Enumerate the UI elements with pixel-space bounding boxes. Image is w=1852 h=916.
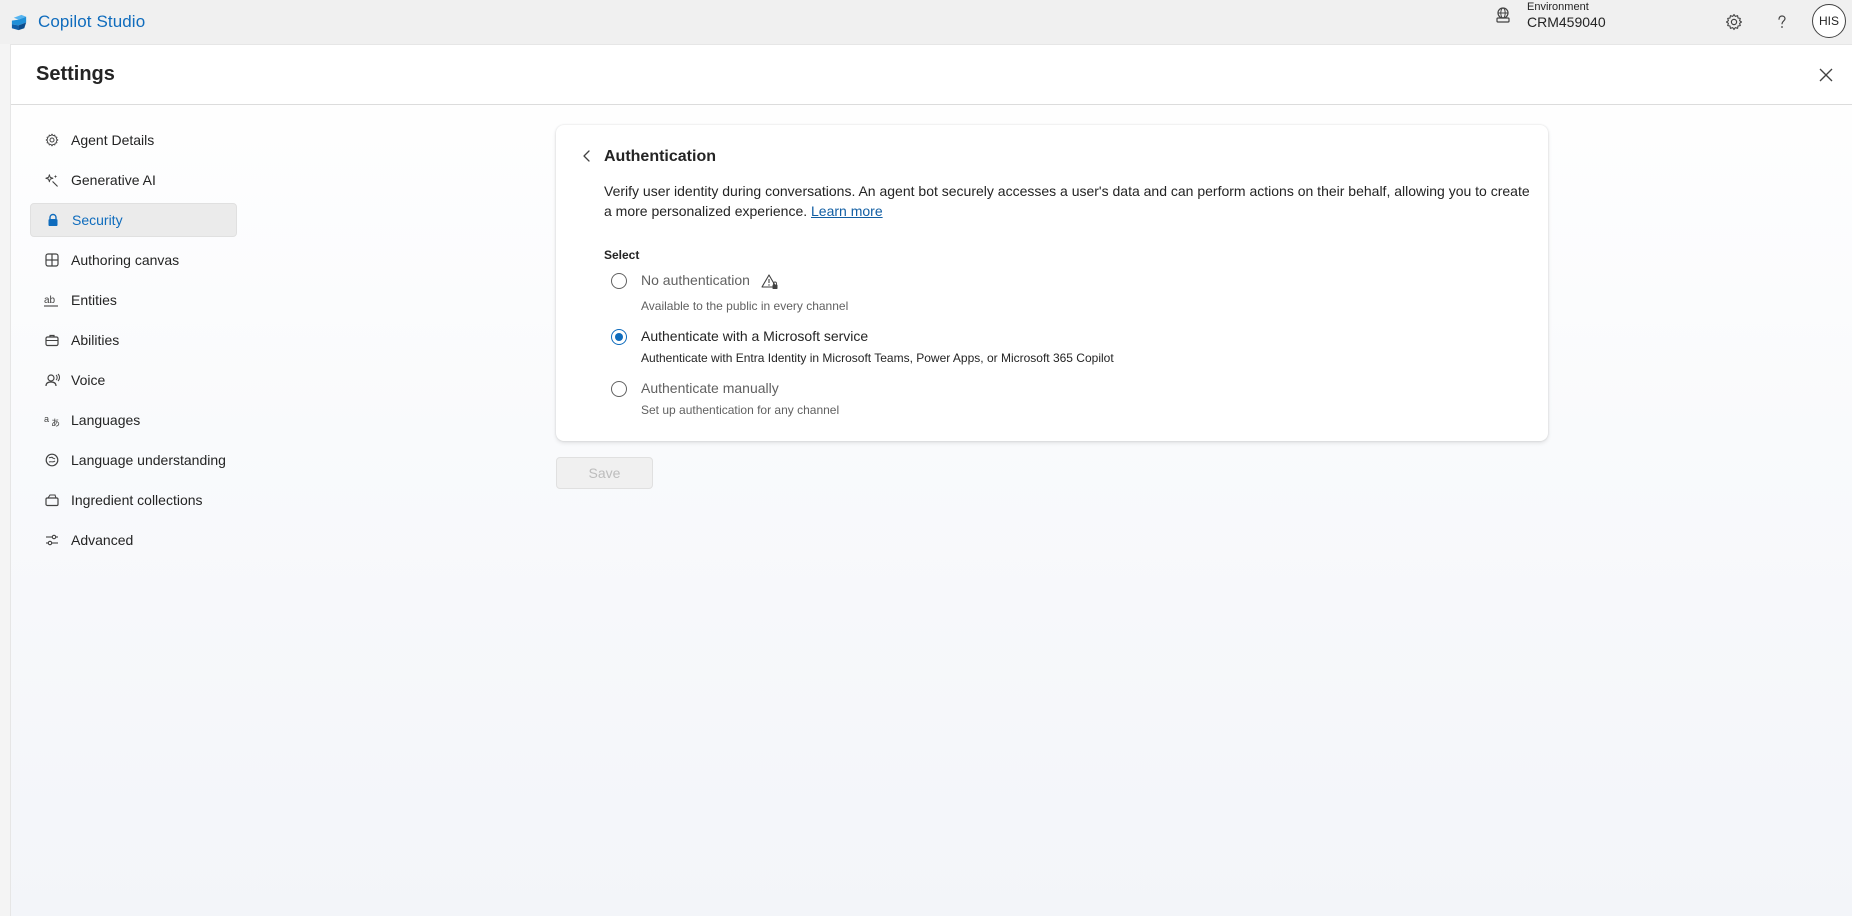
- sidebar-item-label: Authoring canvas: [71, 252, 180, 268]
- sidebar-item-ingredient-collections[interactable]: Ingredient collections: [30, 483, 237, 517]
- briefcase-icon: [44, 332, 60, 348]
- option-label[interactable]: Authenticate with a Microsoft service: [641, 328, 868, 344]
- settings-header: Settings: [11, 45, 1852, 105]
- settings-sidebar: Agent Details Generative AI Security Aut…: [30, 123, 238, 563]
- sidebar-item-label: Entities: [71, 292, 117, 308]
- help-button[interactable]: [1770, 10, 1794, 34]
- svg-text:a: a: [44, 414, 49, 424]
- environment-value: CRM459040: [1527, 13, 1606, 30]
- sidebar-item-agent-details[interactable]: Agent Details: [30, 123, 237, 157]
- chevron-left-icon: [583, 150, 590, 162]
- learn-more-link[interactable]: Learn more: [811, 203, 883, 219]
- settings-button[interactable]: [1722, 10, 1746, 34]
- sidebar-item-label: Voice: [71, 372, 106, 388]
- warning-lock-icon: [761, 274, 778, 289]
- top-bar: Copilot Studio Environment CRM459040 HIS: [0, 0, 1852, 44]
- option-description: Set up authentication for any channel: [641, 403, 840, 417]
- sidebar-item-label: Abilities: [71, 332, 120, 348]
- sidebar-item-security[interactable]: Security: [30, 203, 237, 237]
- option-label[interactable]: No authentication: [641, 272, 750, 288]
- sidebar-item-advanced[interactable]: Advanced: [30, 523, 237, 557]
- radio-no-authentication[interactable]: [611, 273, 627, 289]
- gear-icon: [44, 132, 60, 148]
- back-button[interactable]: [578, 147, 596, 165]
- sidebar-item-label: Language understanding: [71, 452, 226, 468]
- sidebar-item-abilities[interactable]: Abilities: [30, 323, 237, 357]
- sidebar-item-label: Languages: [71, 412, 141, 428]
- entity-icon: ab: [44, 292, 60, 308]
- select-label: Select: [604, 248, 640, 262]
- svg-text:ab: ab: [44, 295, 56, 306]
- section-title: Authentication: [604, 148, 716, 165]
- app-brand[interactable]: Copilot Studio: [10, 12, 145, 32]
- sidebar-item-authoring-canvas[interactable]: Authoring canvas: [30, 243, 237, 277]
- environment-label: Environment: [1527, 1, 1589, 13]
- sidebar-item-entities[interactable]: ab Entities: [30, 283, 237, 317]
- environment-picker[interactable]: Environment CRM459040: [1494, 1, 1606, 30]
- radio-microsoft-service[interactable]: [611, 329, 627, 345]
- save-button[interactable]: Save: [556, 457, 653, 489]
- sidebar-item-label: Security: [72, 212, 123, 228]
- brain-icon: [44, 452, 60, 468]
- option-label[interactable]: Authenticate manually: [641, 380, 779, 396]
- copilot-studio-logo-icon: [11, 14, 27, 30]
- user-avatar[interactable]: HIS: [1812, 4, 1846, 38]
- settings-icon: [1725, 13, 1743, 31]
- lock-icon: [45, 212, 61, 228]
- close-button[interactable]: [1814, 63, 1838, 87]
- radio-authenticate-manually[interactable]: [611, 381, 627, 397]
- sidebar-item-label: Agent Details: [71, 132, 155, 148]
- collection-icon: [44, 492, 60, 508]
- svg-text:あ: あ: [51, 418, 60, 427]
- sidebar-item-generative-ai[interactable]: Generative AI: [30, 163, 237, 197]
- sidebar-item-language-understanding[interactable]: Language understanding: [30, 443, 237, 477]
- sidebar-item-voice[interactable]: Voice: [30, 363, 237, 397]
- sparkle-icon: [44, 172, 60, 188]
- authentication-card: Authentication Verify user identity duri…: [556, 125, 1548, 441]
- voice-icon: [44, 372, 60, 388]
- sidebar-item-label: Generative AI: [71, 172, 156, 188]
- page-title: Settings: [36, 63, 115, 85]
- close-icon: [1819, 68, 1833, 82]
- description-text: Verify user identity during conversation…: [604, 183, 1530, 219]
- sidebar-item-languages[interactable]: aあ Languages: [30, 403, 237, 437]
- sidebar-item-label: Advanced: [71, 532, 134, 548]
- app-name: Copilot Studio: [38, 12, 146, 31]
- environment-icon: [1496, 7, 1510, 23]
- option-description: Available to the public in every channel: [641, 299, 849, 313]
- grid-icon: [44, 252, 60, 268]
- translate-icon: aあ: [44, 412, 60, 428]
- section-description: Verify user identity during conversation…: [604, 181, 1534, 221]
- sidebar-item-label: Ingredient collections: [71, 492, 203, 508]
- option-description: Authenticate with Entra Identity in Micr…: [641, 351, 1114, 365]
- help-icon: [1778, 15, 1786, 28]
- sliders-icon: [44, 532, 60, 548]
